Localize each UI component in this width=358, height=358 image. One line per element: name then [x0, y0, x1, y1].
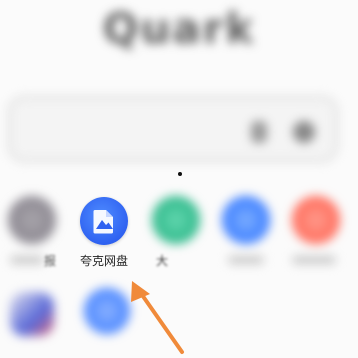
pointer-arrow-icon: [131, 281, 184, 354]
home-screen: Quark 报 夸克网盘 大: [0, 0, 358, 358]
